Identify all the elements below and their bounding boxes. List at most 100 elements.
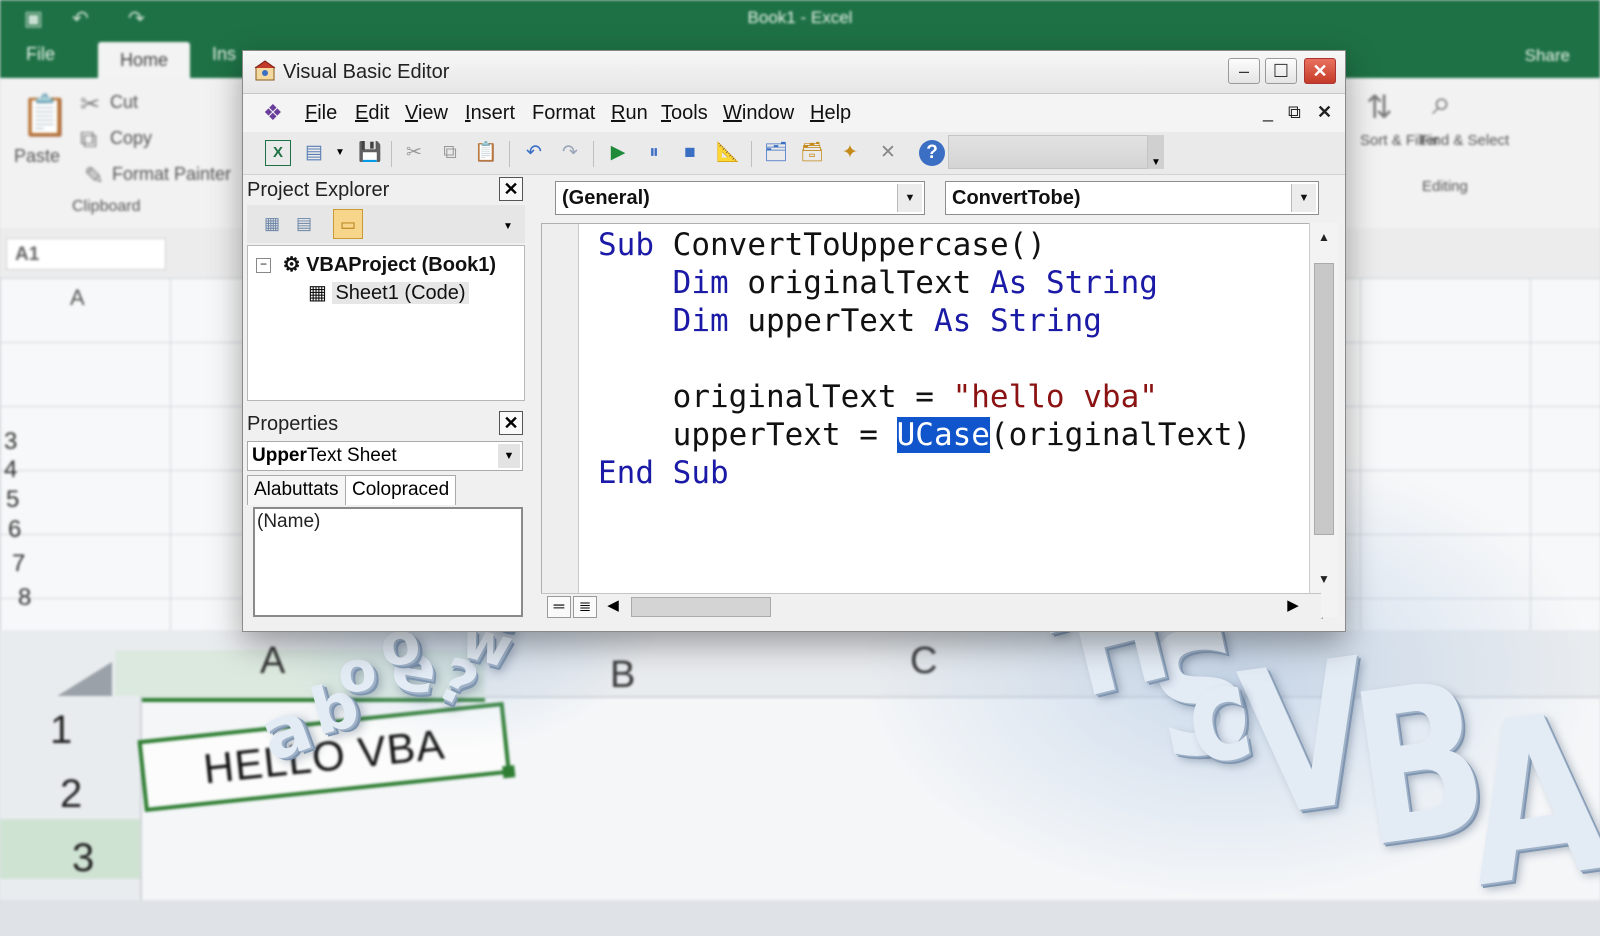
insert-dropdown-icon[interactable]: ▼ [327, 140, 353, 166]
row-header-1[interactable]: 1 [50, 708, 72, 753]
cut-button[interactable]: Cut [110, 92, 138, 113]
sort-filter-icon[interactable]: ⇅ [1366, 88, 1393, 126]
redo-icon[interactable]: ↷ [557, 140, 583, 166]
tree-node-vbaproject[interactable]: − ⚙ VBAProject (Book1) [256, 252, 496, 277]
format-painter-button[interactable]: Format Painter [112, 164, 231, 185]
menu-format[interactable]: Format [532, 102, 595, 125]
view-excel-icon[interactable]: X [265, 140, 291, 166]
code-line[interactable]: Dim originalText As String [598, 264, 1251, 302]
help-icon[interactable]: ? [919, 140, 945, 166]
toolbar-options-icon[interactable]: ▼ [1148, 135, 1164, 169]
menu-tools[interactable]: Tools [661, 102, 708, 125]
view-code-icon[interactable]: ▦ [257, 209, 287, 239]
copy-icon[interactable]: ⧉ [80, 126, 97, 154]
code-line[interactable]: Sub ConvertToUppercase() [598, 226, 1251, 264]
code-line[interactable]: Dim upperText As String [598, 302, 1251, 340]
tree-node-sheet1[interactable]: ▦ Sheet1 (Code) [308, 280, 469, 305]
mdi-restore-icon[interactable]: ⧉ [1288, 102, 1301, 123]
toolbox-icon[interactable]: ✕ [875, 140, 901, 166]
close-button[interactable]: ✕ [1304, 58, 1336, 84]
scroll-right-icon[interactable]: ▶ [1281, 596, 1305, 618]
code-token: (originalText) [989, 417, 1252, 453]
collapse-icon[interactable]: − [256, 258, 271, 274]
paste-button[interactable]: Paste [14, 146, 60, 167]
properties-close-icon[interactable]: ✕ [499, 411, 523, 435]
fill-handle[interactable] [502, 765, 516, 779]
full-module-view-icon[interactable]: ≣ [573, 596, 597, 618]
minimize-button[interactable]: – [1228, 58, 1260, 84]
tab-file[interactable]: File [26, 44, 55, 65]
format-painter-icon[interactable]: ✎ [84, 162, 104, 191]
menu-window[interactable]: Window [723, 102, 794, 125]
vertical-scroll-thumb[interactable] [1314, 263, 1334, 535]
name-box[interactable]: A1 [6, 238, 166, 270]
cut-icon[interactable]: ✂ [401, 140, 427, 166]
chevron-down-icon[interactable]: ▼ [1291, 184, 1316, 212]
code-line[interactable]: originalText = "hello vba" [598, 378, 1251, 416]
chevron-down-icon[interactable]: ▼ [498, 444, 520, 468]
tab-home[interactable]: Home [98, 42, 190, 78]
object-browser-icon[interactable]: ✦ [837, 140, 863, 166]
code-line[interactable]: upperText = UCase(originalText) [598, 416, 1251, 454]
paste-icon[interactable]: 📋 [473, 140, 499, 166]
procedure-combo[interactable]: ConvertTobe) ▼ [945, 181, 1319, 215]
maximize-button[interactable]: ☐ [1265, 58, 1297, 84]
menu-tools-label: ools [671, 102, 708, 124]
insert-userform-icon[interactable]: ▤ [301, 140, 327, 166]
code-text[interactable]: Sub ConvertToUppercase() Dim originalTex… [598, 226, 1251, 492]
find-icon[interactable]: ⌕ [1432, 84, 1451, 123]
code-window-bottom-bar: ═ ≣ ◀ ▶ [541, 593, 1321, 620]
design-mode-icon[interactable]: 📐 [715, 140, 741, 166]
menu-help[interactable]: Help [810, 102, 851, 125]
scroll-up-icon[interactable]: ▲ [1310, 225, 1338, 249]
vba-logo-icon: ❖ [263, 100, 283, 125]
property-name-row[interactable]: (Name) [257, 511, 320, 533]
scroll-down-icon[interactable]: ▼ [1310, 567, 1338, 591]
row-header-2[interactable]: 2 [60, 772, 82, 817]
toggle-folders-icon[interactable]: ▭ [333, 209, 363, 239]
toolbar-options-icon[interactable]: ▼ [503, 221, 513, 232]
undo-icon[interactable]: ↶ [521, 140, 547, 166]
horizontal-scroll-thumb[interactable] [631, 597, 771, 617]
properties-window-icon[interactable]: 🗃 [799, 140, 825, 166]
scroll-left-icon[interactable]: ◀ [601, 596, 625, 618]
cut-icon[interactable]: ✂ [80, 90, 100, 119]
procedure-view-icon[interactable]: ═ [547, 596, 571, 618]
menu-bar: ❖ File Edit View Insert Format Run Tools… [243, 94, 1345, 132]
menu-edit-accel: E [355, 102, 369, 124]
break-icon[interactable]: ⏸ [641, 140, 667, 166]
vbe-window: Visual Basic Editor – ☐ ✕ ❖ File Edit Vi… [242, 50, 1346, 632]
tab-categorized[interactable]: Colopraced [345, 475, 457, 505]
vertical-scrollbar[interactable]: ▲ ▼ [1309, 223, 1338, 617]
share-button[interactable]: Share [1525, 46, 1570, 66]
row-header-3[interactable]: 3 [72, 836, 94, 881]
menu-edit[interactable]: Edit [355, 102, 389, 125]
paste-icon[interactable]: 📋 [20, 92, 70, 139]
tab-alphabetic[interactable]: Alabuttats [247, 475, 346, 505]
copy-button[interactable]: Copy [110, 128, 152, 149]
code-margin-indicator-bar[interactable] [542, 224, 579, 594]
mdi-minimize-icon[interactable]: _ [1263, 102, 1273, 123]
editing-group-label: Editing [1422, 178, 1468, 195]
tab-insert[interactable]: Ins [212, 44, 236, 65]
mdi-close-icon[interactable]: ✕ [1317, 102, 1332, 123]
code-line[interactable]: End Sub [598, 454, 1251, 492]
code-line[interactable] [598, 340, 1251, 378]
copy-icon[interactable]: ⧉ [437, 140, 463, 166]
chevron-down-icon[interactable]: ▼ [897, 184, 922, 212]
object-combo[interactable]: (General) ▼ [555, 181, 925, 215]
properties-object-select[interactable]: UpperText Sheet ▼ [247, 441, 523, 471]
menu-run[interactable]: Run [611, 102, 648, 125]
menu-insert[interactable]: Insert [465, 102, 515, 125]
project-explorer-icon[interactable]: 🗂 [763, 140, 789, 166]
run-icon[interactable]: ▶ [605, 140, 631, 166]
vbe-title-bar[interactable]: Visual Basic Editor – ☐ ✕ [243, 51, 1345, 94]
code-editor[interactable]: Sub ConvertToUppercase() Dim originalTex… [541, 223, 1323, 619]
menu-view[interactable]: View [405, 102, 448, 125]
save-icon[interactable]: 💾 [357, 140, 383, 166]
menu-file[interactable]: File [305, 102, 337, 125]
reset-icon[interactable]: ■ [677, 140, 703, 166]
find-select-button[interactable]: Find & Select [1420, 132, 1509, 149]
project-explorer-close-icon[interactable]: ✕ [499, 177, 523, 201]
view-object-icon[interactable]: ▤ [289, 209, 319, 239]
